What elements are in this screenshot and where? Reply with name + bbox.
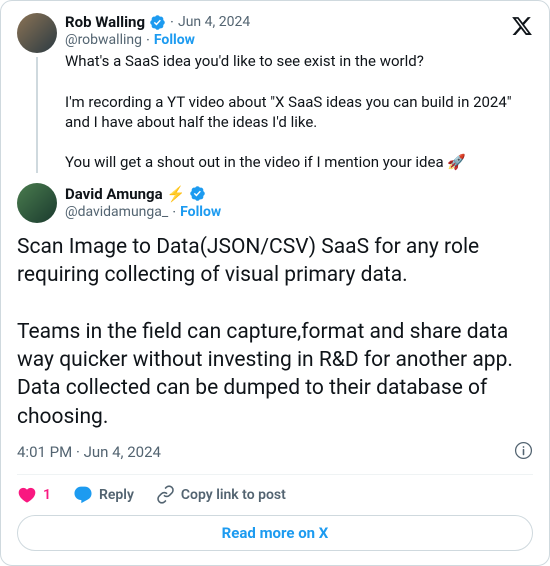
thread-column (17, 13, 57, 173)
thread-line (36, 57, 38, 173)
like-count: 1 (43, 487, 51, 503)
tweet-meta: 4:01 PM · Jun 4, 2024 (17, 441, 533, 474)
separator-dot: · (172, 203, 176, 221)
author-emoji: ⚡ (167, 185, 186, 203)
author-handle[interactable]: @robwalling (65, 32, 142, 48)
separator-dot: · (76, 443, 84, 461)
verified-badge-icon (189, 185, 206, 202)
reply-header: David Amunga ⚡ @davidamunga_ · Follow (17, 183, 533, 223)
reply-button[interactable]: Reply (73, 485, 134, 505)
copy-link-button[interactable]: Copy link to post (156, 485, 286, 504)
separator-dot: · (146, 31, 150, 49)
read-more-button[interactable]: Read more on X (17, 515, 533, 551)
separator-dot: · (170, 13, 174, 31)
parent-date[interactable]: Jun 4, 2024 (178, 14, 250, 30)
avatar[interactable] (17, 183, 57, 223)
info-icon[interactable] (514, 441, 533, 464)
like-button[interactable]: 1 (17, 485, 51, 505)
author-name[interactable]: David Amunga (65, 185, 163, 203)
parent-body: What's a SaaS idea you'd like to see exi… (65, 51, 533, 173)
verified-badge-icon (149, 14, 166, 31)
x-logo-icon[interactable] (511, 15, 533, 41)
author-handle[interactable]: @davidamunga_ (65, 204, 168, 220)
avatar[interactable] (17, 13, 57, 53)
tweet-date[interactable]: Jun 4, 2024 (84, 443, 161, 461)
tweet-card: Rob Walling · Jun 4, 2024 @robwalling · … (0, 0, 550, 566)
action-bar: 1 Reply Copy link to post (17, 474, 533, 511)
author-name[interactable]: Rob Walling (65, 13, 145, 31)
follow-link[interactable]: Follow (154, 32, 195, 48)
follow-link[interactable]: Follow (180, 204, 221, 220)
reply-label: Reply (99, 487, 134, 503)
tweet-time[interactable]: 4:01 PM (17, 443, 72, 461)
reply-body: Scan Image to Data(JSON/CSV) SaaS for an… (17, 233, 533, 431)
parent-tweet[interactable]: Rob Walling · Jun 4, 2024 @robwalling · … (17, 13, 533, 173)
copy-link-label: Copy link to post (181, 487, 286, 503)
